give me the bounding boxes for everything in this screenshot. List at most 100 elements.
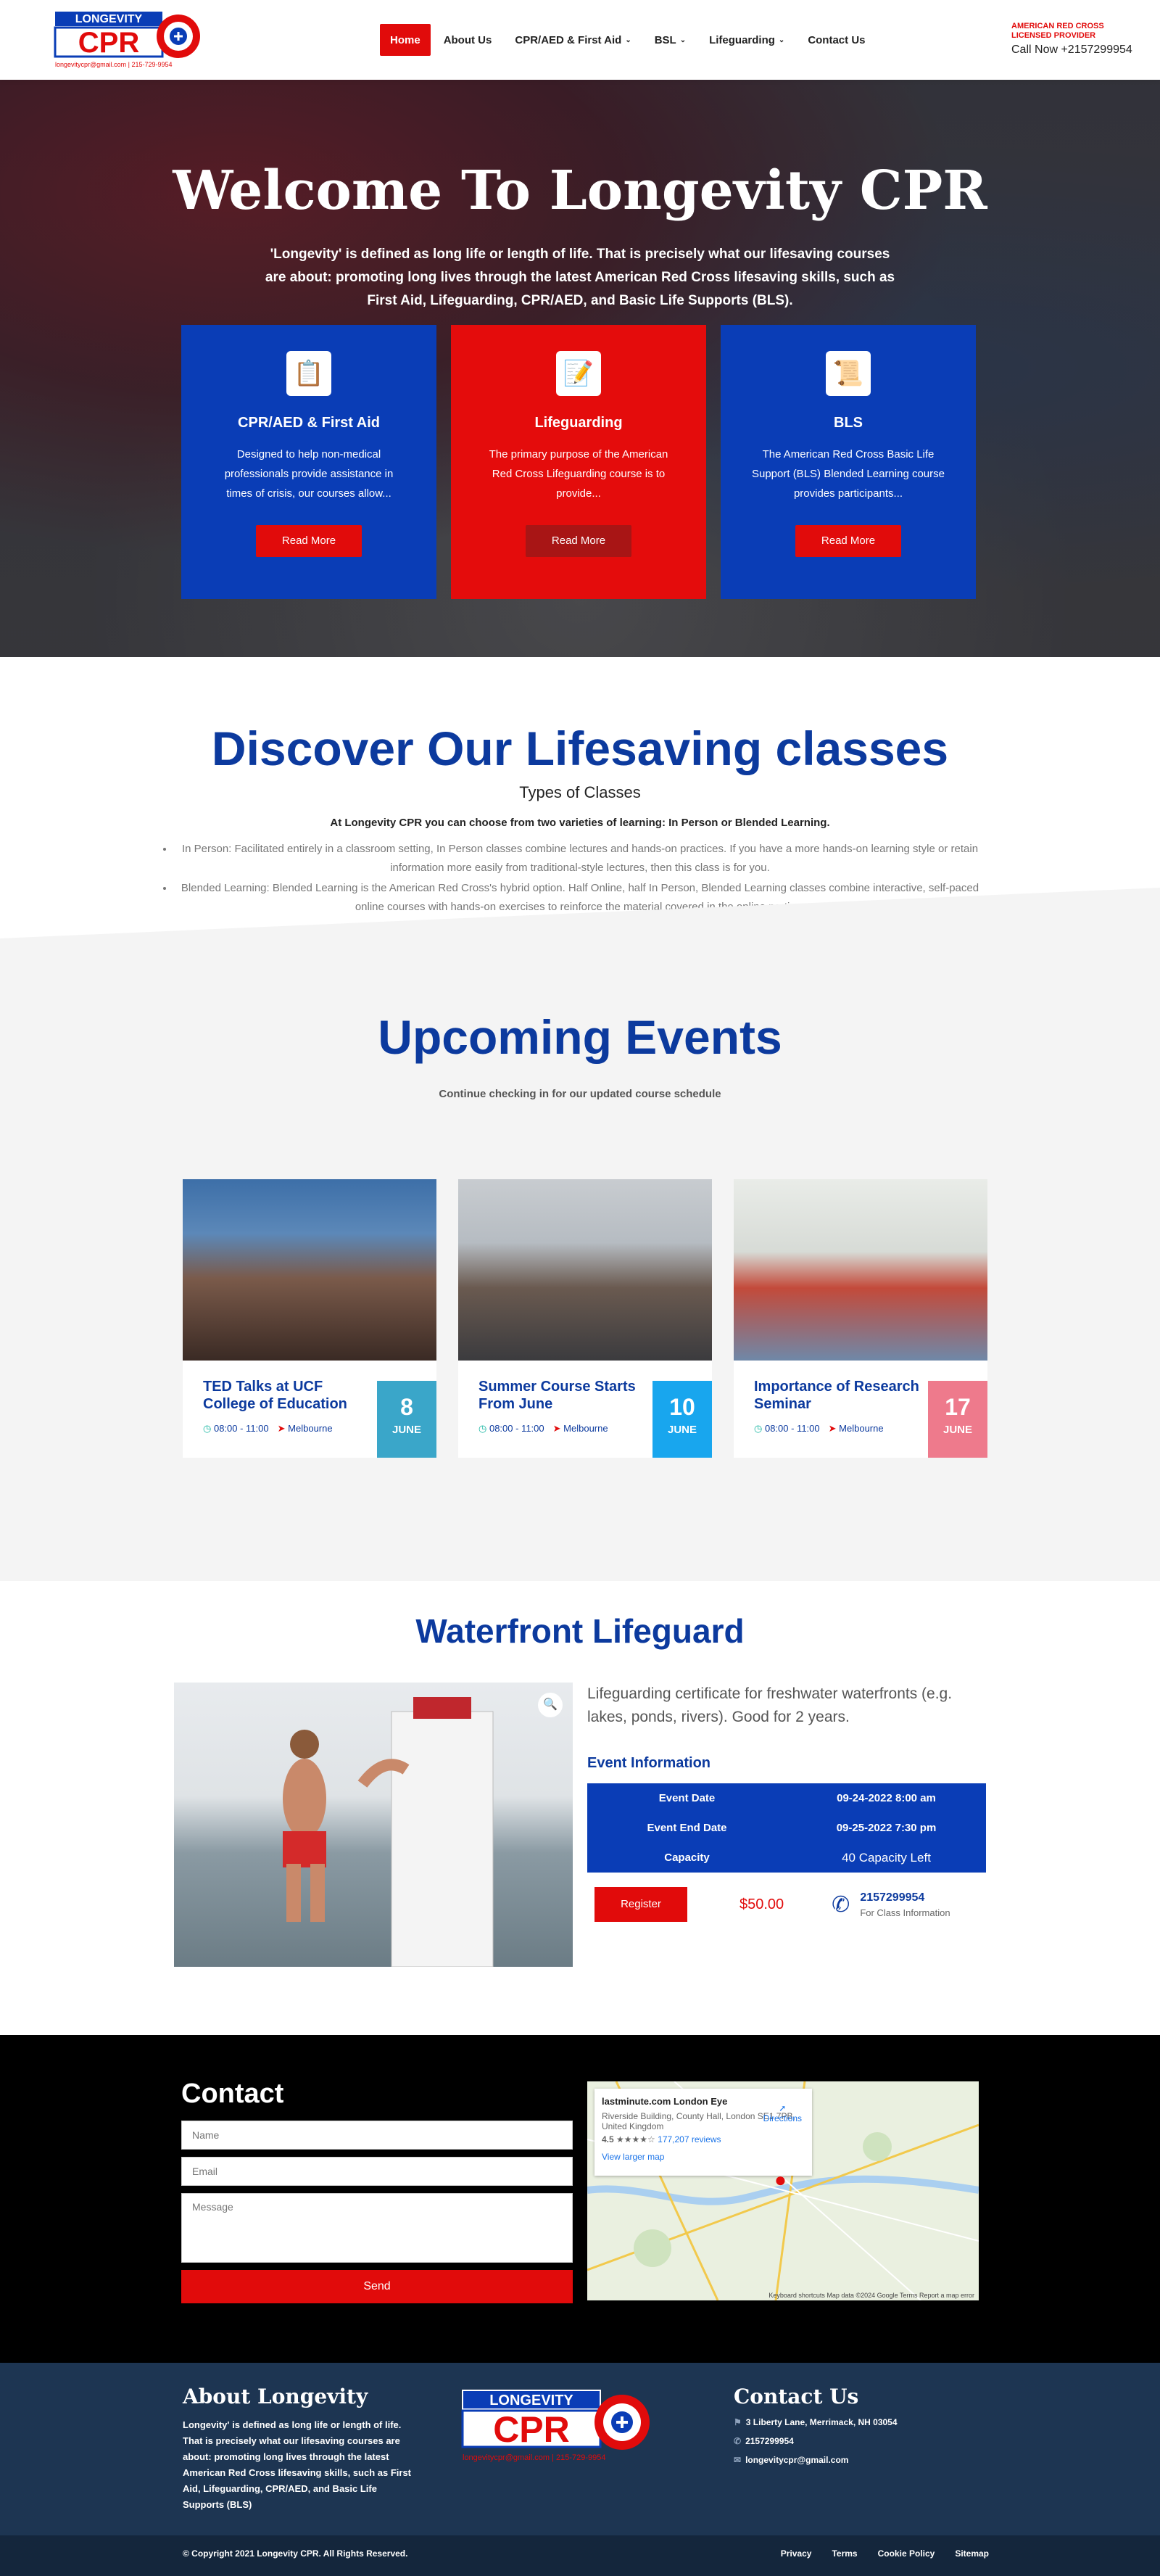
event-image[interactable] xyxy=(734,1179,987,1361)
event-card[interactable]: Importance of Research Seminar ◷ 08:00 -… xyxy=(734,1179,987,1458)
events-title: Upcoming Events xyxy=(378,1010,782,1064)
site-footer: About Longevity Longevity' is defined as… xyxy=(0,2363,1160,2576)
clock-icon: ◷ xyxy=(754,1423,763,1434)
cookie-policy-link[interactable]: Cookie Policy xyxy=(878,2548,935,2559)
row-value: 40 Capacity Left xyxy=(842,1850,931,1865)
read-more-button[interactable]: Read More xyxy=(526,525,631,557)
phone-number[interactable]: 2157299954 xyxy=(860,1891,950,1904)
row-label: Capacity xyxy=(664,1852,710,1864)
register-button[interactable]: Register xyxy=(594,1887,687,1922)
footer-email[interactable]: ✉ longevitycpr@gmail.com xyxy=(734,2455,902,2465)
event-month: JUNE xyxy=(392,1424,421,1436)
read-more-button[interactable]: Read More xyxy=(795,525,901,557)
location-icon: ➤ xyxy=(828,1423,837,1434)
contract-icon: 📜 xyxy=(826,351,871,396)
event-title[interactable]: TED Talks at UCF College of Education xyxy=(203,1378,370,1413)
table-row: Capacity 40 Capacity Left xyxy=(587,1843,986,1873)
contact-title: Contact xyxy=(181,2078,284,2109)
nav-item-bsl[interactable]: BSL ⌄ xyxy=(645,24,696,56)
row-label: Event End Date xyxy=(647,1822,727,1834)
chevron-down-icon: ⌄ xyxy=(778,36,785,44)
svg-text:LONGEVITY: LONGEVITY xyxy=(489,2393,573,2408)
location-icon: ➤ xyxy=(277,1423,286,1434)
event-date-badge: 10 JUNE xyxy=(652,1381,712,1458)
message-field[interactable] xyxy=(181,2193,573,2263)
map-rating: 4.5 ★★★★☆ 177,207 reviews xyxy=(602,2134,721,2144)
event-time: 08:00 - 11:00 xyxy=(213,1423,269,1434)
event-info-table: Event Date 09-24-2022 8:00 am Event End D… xyxy=(587,1783,986,1873)
discover-title: Discover Our Lifesaving classes xyxy=(211,722,949,775)
map-reviews-link[interactable]: 177,207 reviews xyxy=(658,2134,721,2144)
footer-logo[interactable]: LONGEVITY CPR longevitycpr@gmail.com | 2… xyxy=(461,2386,651,2466)
event-info-heading: Event Information xyxy=(587,1755,711,1771)
email-text: longevitycpr@gmail.com xyxy=(745,2455,849,2465)
footer-links: Privacy Terms Cookie Policy Sitemap xyxy=(781,2548,989,2559)
send-button[interactable]: Send xyxy=(181,2270,573,2303)
hero-section: Welcome To Longevity CPR 'Longevity' is … xyxy=(0,80,1160,657)
google-map[interactable]: lastminute.com London Eye Riverside Buil… xyxy=(587,2081,979,2300)
sitemap-link[interactable]: Sitemap xyxy=(955,2548,989,2559)
view-larger-map-link[interactable]: View larger map xyxy=(602,2152,805,2162)
nav-label: BSL xyxy=(654,33,676,46)
footer-phone[interactable]: ✆ 2157299954 xyxy=(734,2436,902,2446)
event-date-badge: 17 JUNE xyxy=(928,1381,987,1458)
contact-form: Send xyxy=(181,2121,573,2303)
nav-label: About Us xyxy=(443,33,492,46)
chevron-down-icon: ⌄ xyxy=(625,36,631,44)
event-card[interactable]: TED Talks at UCF College of Education ◷ … xyxy=(183,1179,436,1458)
location-icon: ➤ xyxy=(552,1423,561,1434)
nav-item-contact-us[interactable]: Contact Us xyxy=(798,24,875,56)
checklist-icon: 📝 xyxy=(556,351,601,396)
discover-subtitle: Types of Classes xyxy=(519,783,641,801)
privacy-link[interactable]: Privacy xyxy=(781,2548,812,2559)
phone-note: For Class Information xyxy=(860,1907,950,1918)
nav-item-lifeguarding[interactable]: Lifeguarding ⌄ xyxy=(699,24,795,56)
nav-label: Lifeguarding xyxy=(709,33,775,46)
directions-label: Directions xyxy=(763,2113,802,2123)
list-item: In Person: Facilitated entirely in a cla… xyxy=(174,840,986,878)
footer-about-title: About Longevity xyxy=(183,2385,368,2408)
lifeguard-section: Waterfront Lifeguard 🔍 Lifeguarding cert… xyxy=(0,1581,1160,2035)
event-title[interactable]: Importance of Research Seminar xyxy=(754,1378,921,1413)
site-logo[interactable]: LONGEVITY CPR longevitycpr@gmail.com | 2… xyxy=(54,9,202,71)
nav-label: CPR/AED & First Aid xyxy=(515,33,622,46)
email-icon: ✉ xyxy=(734,2455,742,2465)
lifeguard-photo[interactable]: 🔍 xyxy=(174,1683,573,1967)
svg-text:CPR: CPR xyxy=(493,2409,570,2450)
map-place-card: lastminute.com London Eye Riverside Buil… xyxy=(594,2089,812,2176)
price: $50.00 xyxy=(740,1896,784,1912)
event-month: JUNE xyxy=(667,1424,697,1436)
card-title: BLS xyxy=(834,415,863,431)
terms-link[interactable]: Terms xyxy=(832,2548,857,2559)
event-meta: ◷ 08:00 - 11:00 ➤ Melbourne xyxy=(478,1423,608,1434)
read-more-button[interactable]: Read More xyxy=(256,525,362,557)
event-meta: ◷ 08:00 - 11:00 ➤ Melbourne xyxy=(203,1423,333,1434)
lifeguard-info: Lifeguarding certificate for freshwater … xyxy=(587,1683,986,1922)
svg-text:longevitycpr@gmail.com | 215-7: longevitycpr@gmail.com | 215-729-9954 xyxy=(463,2453,605,2462)
event-card[interactable]: Summer Course Starts From June ◷ 08:00 -… xyxy=(458,1179,712,1458)
nav-item-home[interactable]: Home xyxy=(380,24,431,56)
event-image[interactable] xyxy=(183,1179,436,1361)
email-field[interactable] xyxy=(181,2157,573,2186)
header-contact: AMERICAN RED CROSS LICENSED PROVIDER Cal… xyxy=(1011,22,1138,57)
event-location: Melbourne xyxy=(563,1423,608,1434)
event-image[interactable] xyxy=(458,1179,712,1361)
table-row: Event End Date 09-25-2022 7:30 pm xyxy=(587,1813,986,1843)
copyright-text: © Copyright 2021 Longevity CPR. All Righ… xyxy=(183,2548,408,2559)
license-label-2: LICENSED PROVIDER xyxy=(1011,31,1096,40)
chevron-down-icon: ⌄ xyxy=(679,36,687,44)
phone-info: 2157299954 For Class Information xyxy=(860,1891,950,1918)
event-title[interactable]: Summer Course Starts From June xyxy=(478,1378,645,1413)
call-now[interactable]: Call Now +2157299954 xyxy=(1011,44,1138,57)
event-month: JUNE xyxy=(942,1424,972,1436)
lifeguard-illustration xyxy=(283,1697,494,1967)
nav-item-cpr-aed-first-aid[interactable]: CPR/AED & First Aid ⌄ xyxy=(505,24,641,56)
course-cards: 📋 CPR/AED & First Aid Designed to help n… xyxy=(181,325,976,599)
nav-item-about-us[interactable]: About Us xyxy=(434,24,502,56)
name-field[interactable] xyxy=(181,2121,573,2150)
events-list: TED Talks at UCF College of Education ◷ … xyxy=(183,1179,987,1458)
event-day: 17 xyxy=(945,1394,971,1420)
zoom-icon[interactable]: 🔍 xyxy=(538,1693,563,1717)
location-icon: ⚑ xyxy=(734,2417,742,2427)
directions-button[interactable]: ➚ Directions xyxy=(763,2103,802,2123)
